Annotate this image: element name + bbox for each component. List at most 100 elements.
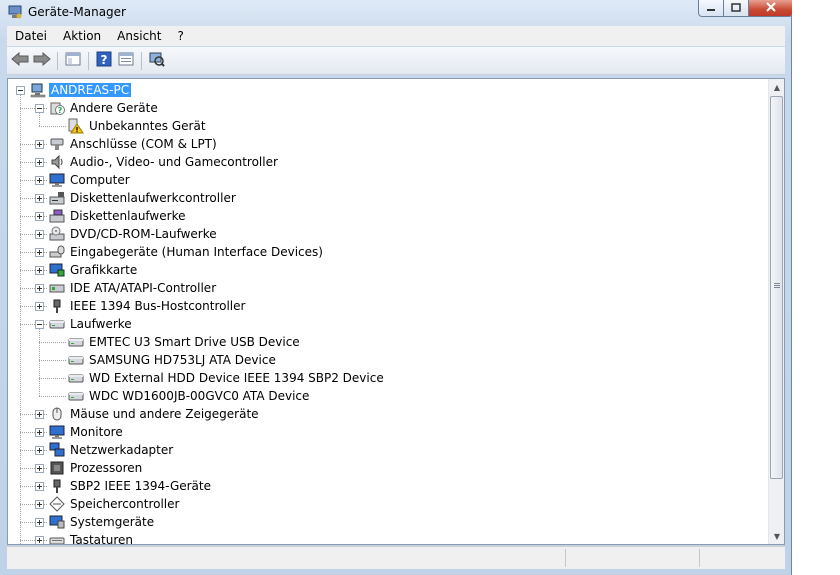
tree-item[interactable]: Prozessoren (49, 459, 144, 477)
tree-connector (39, 126, 66, 127)
expand-icon[interactable] (35, 518, 44, 527)
vertical-scrollbar[interactable]: ▲ ▼ (768, 79, 784, 544)
expand-icon[interactable] (35, 464, 44, 473)
maximize-icon (731, 1, 741, 15)
menu-bar: Datei Aktion Ansicht ? (7, 26, 785, 46)
scroll-up-button[interactable]: ▲ (769, 79, 784, 95)
unknown-device-icon: ? (49, 100, 65, 116)
expand-icon[interactable] (35, 482, 44, 491)
expand-icon[interactable] (35, 212, 44, 221)
close-button[interactable] (749, 0, 793, 17)
tree-item[interactable]: Laufwerke (49, 315, 134, 333)
expand-icon[interactable] (35, 194, 44, 203)
tree-item[interactable]: Speichercontroller (49, 495, 181, 513)
tree-item-label: DVD/CD-ROM-Laufwerke (70, 227, 217, 241)
menu-ansicht[interactable]: Ansicht (109, 29, 169, 43)
console-tree-button[interactable] (62, 51, 84, 71)
tree-item[interactable]: SBP2 IEEE 1394-Geräte (49, 477, 213, 495)
toolbar: ? (7, 47, 785, 75)
tree-item[interactable]: Diskettenlaufwerkcontroller (49, 189, 238, 207)
grip-icon (774, 283, 780, 289)
collapse-icon[interactable] (35, 104, 44, 113)
tree-item[interactable]: IDE ATA/ATAPI-Controller (49, 279, 218, 297)
svg-text:?: ? (101, 53, 108, 67)
forward-button[interactable] (31, 51, 53, 71)
tree-item[interactable]: Diskettenlaufwerke (49, 207, 187, 225)
tree-item[interactable]: ANDREAS-PC (30, 81, 132, 99)
menu-aktion[interactable]: Aktion (55, 29, 109, 43)
collapse-icon[interactable] (35, 320, 44, 329)
expand-icon[interactable] (35, 302, 44, 311)
scroll-down-button[interactable]: ▼ (769, 528, 784, 544)
tree-item-label: Speichercontroller (70, 497, 180, 511)
device-tree[interactable]: ANDREAS-PC ? Andere Geräte Unbekanntes Gerä… (8, 79, 768, 544)
collapse-icon[interactable] (16, 86, 25, 95)
arrow-right-icon (33, 51, 51, 69)
tree-connector (20, 95, 21, 544)
tree-item-label: ANDREAS-PC (49, 83, 132, 97)
expand-icon[interactable] (35, 248, 44, 257)
svg-text:?: ? (58, 106, 63, 115)
tree-item[interactable]: Netzwerkadapter (49, 441, 175, 459)
tree-item[interactable]: Audio-, Video- und Gamecontroller (49, 153, 280, 171)
expand-icon[interactable] (35, 230, 44, 239)
device-manager-icon (8, 5, 22, 19)
tree-item[interactable]: Systemgeräte (49, 513, 156, 531)
tree-item[interactable]: Mäuse und andere Zeigegeräte (49, 405, 261, 423)
scan-hardware-icon (149, 51, 165, 70)
tree-item[interactable]: Computer (49, 171, 132, 189)
scan-hardware-button[interactable] (146, 51, 168, 71)
back-button[interactable] (9, 51, 31, 71)
expand-icon[interactable] (35, 284, 44, 293)
maximize-button[interactable] (724, 0, 749, 17)
expand-icon[interactable] (35, 446, 44, 455)
expand-icon[interactable] (35, 176, 44, 185)
tree-item-label: Computer (70, 173, 130, 187)
expand-icon[interactable] (35, 158, 44, 167)
tree-item[interactable]: SAMSUNG HD753LJ ATA Device (68, 351, 278, 369)
tree-item-label: IEEE 1394 Bus-Hostcontroller (70, 299, 246, 313)
tree-item[interactable]: Eingabegeräte (Human Interface Devices) (49, 243, 325, 261)
tree-item[interactable]: Tastaturen (49, 531, 135, 544)
tree-connector (39, 360, 66, 361)
minimize-button[interactable] (698, 0, 724, 17)
expand-icon[interactable] (35, 428, 44, 437)
tree-item-label: Netzwerkadapter (70, 443, 174, 457)
close-icon (765, 1, 777, 15)
tree-item[interactable]: WDC WD1600JB-00GVC0 ATA Device (68, 387, 311, 405)
tree-item[interactable]: DVD/CD-ROM-Laufwerke (49, 225, 219, 243)
tree-connector (39, 378, 66, 379)
arrow-down-icon: ▼ (773, 531, 781, 541)
device-manager-window: Geräte-Manager Datei Aktion Ansicht ? ? … (0, 0, 793, 575)
scroll-thumb[interactable] (770, 96, 783, 479)
expand-icon[interactable] (35, 410, 44, 419)
tree-item[interactable]: IEEE 1394 Bus-Hostcontroller (49, 297, 247, 315)
processor-icon (49, 460, 65, 476)
ide-controller-icon (49, 280, 65, 296)
expand-icon[interactable] (35, 266, 44, 275)
expand-icon[interactable] (35, 140, 44, 149)
tree-item[interactable]: ? Andere Geräte (49, 99, 160, 117)
help-button[interactable]: ? (93, 51, 115, 71)
tree-item[interactable]: WD External HDD Device IEEE 1394 SBP2 De… (68, 369, 386, 387)
arrow-left-icon (11, 51, 29, 69)
title-bar[interactable]: Geräte-Manager (0, 0, 793, 24)
tree-item[interactable]: EMTEC U3 Smart Drive USB Device (68, 333, 302, 351)
tree-item[interactable]: Grafikkarte (49, 261, 139, 279)
disk-drive-icon (68, 352, 84, 368)
tree-item[interactable]: Anschlüsse (COM & LPT) (49, 135, 219, 153)
dvd-drive-icon (49, 226, 65, 242)
properties-button[interactable] (115, 51, 137, 71)
tree-connector (39, 342, 66, 343)
disk-drive-icon (68, 370, 84, 386)
tree-item-label: Anschlüsse (COM & LPT) (70, 137, 217, 151)
tree-item[interactable]: Unbekanntes Gerät (68, 117, 208, 135)
tree-item[interactable]: Monitore (49, 423, 125, 441)
menu-datei[interactable]: Datei (7, 29, 55, 43)
expand-icon[interactable] (35, 536, 44, 544)
display-adapter-icon (49, 262, 65, 278)
expand-icon[interactable] (35, 500, 44, 509)
menu-help[interactable]: ? (169, 29, 191, 43)
floppy-controller-icon (49, 190, 65, 206)
tree-item-label: Systemgeräte (70, 515, 155, 529)
